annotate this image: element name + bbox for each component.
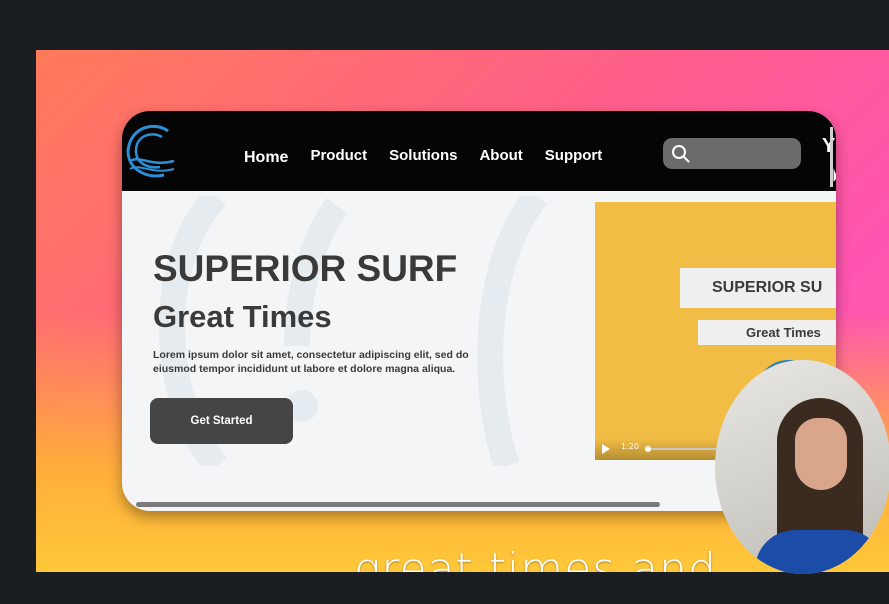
nav-item-solutions[interactable]: Solutions	[389, 147, 457, 167]
presenter-face	[795, 418, 847, 490]
navbar: Home Product Solutions About Support Y	[122, 111, 836, 191]
nav-links: Home Product Solutions About Support	[244, 147, 624, 167]
play-icon[interactable]	[602, 444, 610, 454]
hero-subtitle: Great Times	[153, 299, 332, 334]
nav-item-home[interactable]: Home	[244, 149, 288, 167]
nav-item-product[interactable]: Product	[310, 147, 367, 167]
video-subtitle: Great Times	[698, 320, 836, 345]
nav-item-about[interactable]: About	[479, 147, 522, 167]
video-caption: great times and	[354, 544, 717, 572]
video-progress-knob[interactable]	[645, 446, 651, 452]
user-icon-partial[interactable]: Y	[822, 135, 835, 158]
search-icon	[672, 145, 690, 163]
horizontal-scrollbar[interactable]	[136, 502, 660, 507]
hero-body-text: Lorem ipsum dolor sit amet, consectetur …	[153, 349, 469, 375]
hero-title: SUPERIOR SURF	[153, 248, 458, 289]
mouse-cursor-icon	[833, 167, 836, 184]
video-title: SUPERIOR SU	[680, 268, 836, 308]
presenter-shirt	[755, 530, 885, 574]
video-time: 1:20	[621, 442, 639, 451]
nav-item-support[interactable]: Support	[545, 147, 603, 167]
search-input[interactable]	[663, 138, 801, 169]
get-started-button[interactable]: Get Started	[150, 398, 293, 444]
wave-logo-icon	[126, 124, 175, 178]
webcam-presenter-bubble	[715, 360, 889, 574]
